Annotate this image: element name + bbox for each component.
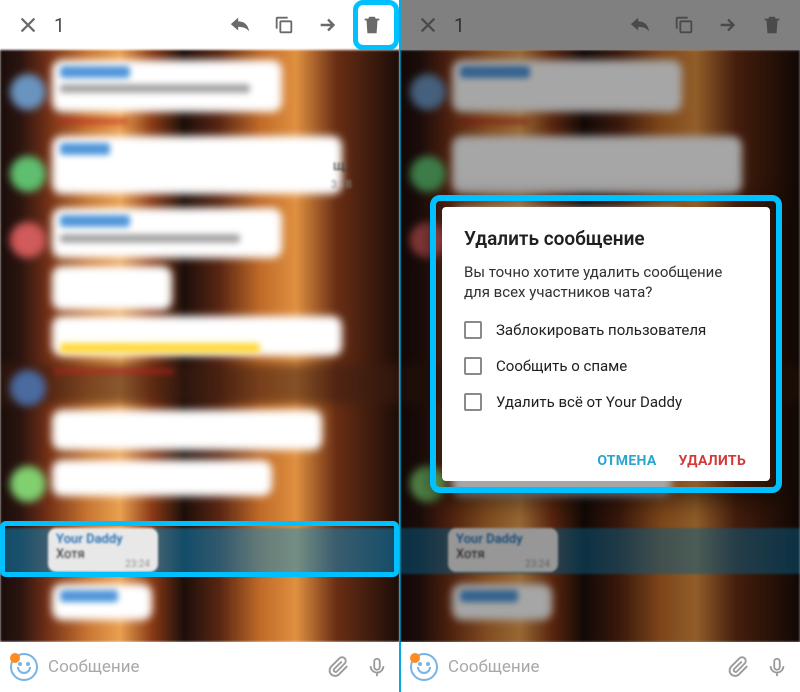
close-icon[interactable]	[6, 3, 50, 47]
emoji-icon[interactable]	[410, 653, 438, 681]
attach-icon[interactable]	[720, 648, 758, 686]
delete-button[interactable]: УДАЛИТЬ	[679, 453, 746, 469]
emoji-icon[interactable]	[10, 653, 38, 681]
checkbox-label: Сообщить о спаме	[496, 357, 627, 375]
message-time: 23:24	[125, 559, 150, 570]
checkbox-label: Удалить всё от Your Daddy	[496, 393, 682, 411]
close-icon[interactable]	[406, 3, 450, 47]
screenshot-left: 1 щ… 3:18	[0, 0, 400, 692]
chat-background: щ… 3:18 Your Daddy Хотя 23:24	[0, 50, 400, 642]
checkbox-delete-all[interactable]: Удалить всё от Your Daddy	[464, 393, 750, 411]
dialog-title: Удалить сообщение	[464, 227, 750, 250]
attach-icon[interactable]	[320, 648, 358, 686]
selection-toolbar: 1	[0, 0, 400, 50]
screenshot-right: 1 Your Daddy Хотя	[400, 0, 800, 692]
trash-icon[interactable]	[350, 3, 394, 47]
checkbox-icon	[464, 357, 482, 375]
selected-message-bubble[interactable]: Your Daddy Хотя 23:24	[48, 528, 158, 572]
reply-icon[interactable]	[618, 3, 662, 47]
copy-icon[interactable]	[262, 3, 306, 47]
checkbox-label: Заблокировать пользователя	[496, 321, 706, 339]
highlight-delete-dialog: Удалить сообщение Вы точно хотите удалит…	[430, 195, 782, 493]
message-sender: Your Daddy	[56, 532, 150, 547]
selection-count: 1	[50, 14, 82, 37]
selection-count: 1	[450, 14, 482, 37]
checkbox-block-user[interactable]: Заблокировать пользователя	[464, 321, 750, 339]
checkbox-report-spam[interactable]: Сообщить о спаме	[464, 357, 750, 375]
mic-icon[interactable]	[758, 648, 796, 686]
reply-icon[interactable]	[218, 3, 262, 47]
blurred-time-fragment: 3:18	[331, 178, 352, 191]
dialog-body: Вы точно хотите удалить сообщение для вс…	[464, 262, 750, 303]
checkbox-icon	[464, 393, 482, 411]
copy-icon[interactable]	[662, 3, 706, 47]
forward-icon[interactable]	[706, 3, 750, 47]
delete-dialog: Удалить сообщение Вы точно хотите удалит…	[442, 207, 770, 481]
cancel-button[interactable]: ОТМЕНА	[597, 453, 656, 469]
selection-toolbar: 1	[400, 0, 800, 50]
input-bar: Сообщение	[400, 642, 800, 692]
message-input[interactable]: Сообщение	[44, 657, 320, 677]
message-input[interactable]: Сообщение	[444, 657, 720, 677]
mic-icon[interactable]	[358, 648, 396, 686]
checkbox-icon	[464, 321, 482, 339]
trash-icon[interactable]	[750, 3, 794, 47]
input-bar: Сообщение	[0, 642, 400, 692]
blurred-text-fragment: щ…	[333, 158, 354, 174]
forward-icon[interactable]	[306, 3, 350, 47]
